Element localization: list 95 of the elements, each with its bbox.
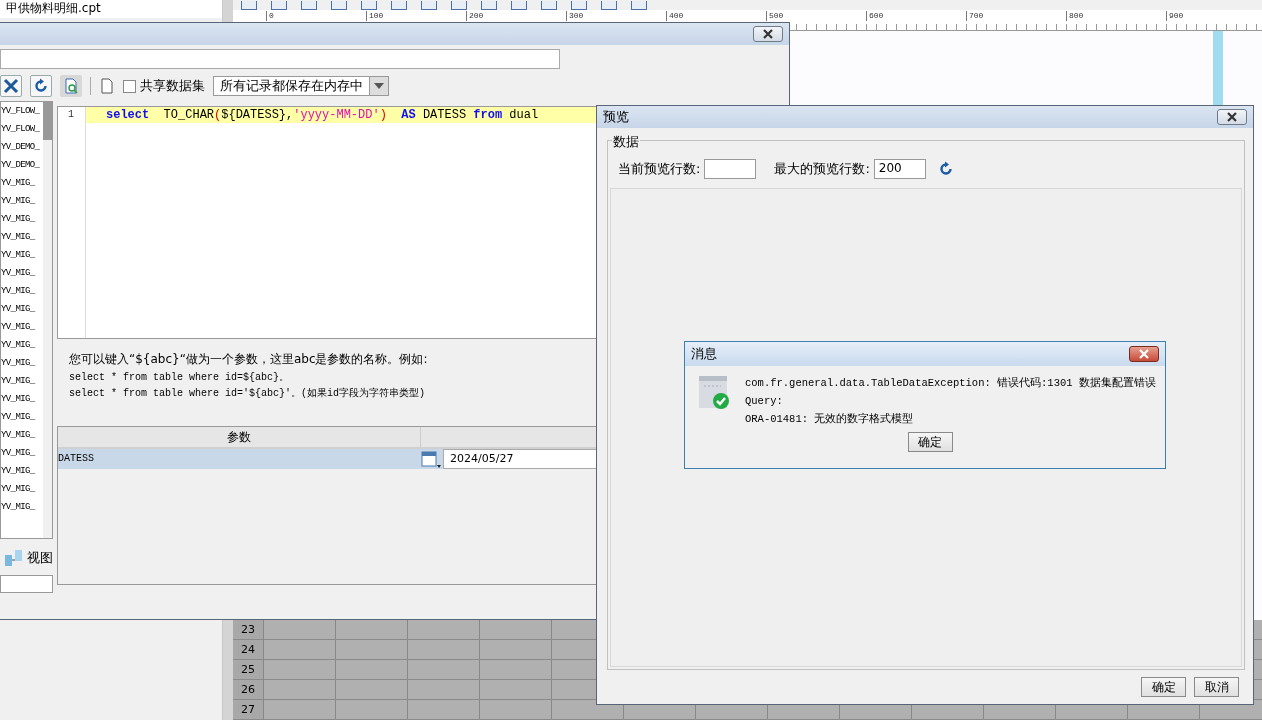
check-window-icon <box>699 376 729 410</box>
table-item[interactable]: YV_MIG_ <box>1 246 35 264</box>
ruler-label: 700 <box>966 11 984 21</box>
ruler-label: 300 <box>566 11 584 21</box>
search-field[interactable] <box>0 575 53 593</box>
ruler-label: 800 <box>1066 11 1084 21</box>
refresh-icon <box>33 78 49 94</box>
close-icon <box>1138 349 1150 359</box>
table-item[interactable]: YV_MIG_ <box>1 426 35 444</box>
shared-dataset-checkbox[interactable]: 共享数据集 <box>123 77 205 95</box>
table-item[interactable]: YV_FLOW_ <box>1 102 40 120</box>
table-item[interactable]: YV_MIG_ <box>1 390 35 408</box>
refresh-icon[interactable] <box>937 161 954 177</box>
ruler-label: 900 <box>1166 11 1184 21</box>
document-icon[interactable] <box>99 78 115 94</box>
table-item[interactable]: YV_MIG_ <box>1 174 35 192</box>
table-item[interactable]: YV_MIG_ <box>1 210 35 228</box>
ruler-label: 0 <box>266 11 274 21</box>
hint-text: 您可以键入“${abc}“做为一个参数，这里abc是参数的名称。例如: <box>69 351 428 368</box>
row-header[interactable]: 26 <box>233 680 264 699</box>
table-item[interactable]: YV_MIG_ <box>1 444 35 462</box>
table-item[interactable]: YV_MIG_ <box>1 264 35 282</box>
close-icon <box>1226 112 1238 122</box>
group-label: 数据 <box>612 133 640 151</box>
dialog-button[interactable]: 确定 <box>1141 677 1186 697</box>
toolbar-icon[interactable] <box>331 1 347 10</box>
table-item[interactable]: YV_MIG_ <box>1 372 35 390</box>
preview-button[interactable] <box>60 75 82 97</box>
table-item[interactable]: YV_MIG_ <box>1 408 35 426</box>
table-item[interactable]: YV_FLOW_ <box>1 120 40 138</box>
row-header[interactable]: 25 <box>233 660 264 679</box>
ruler-label: 400 <box>666 11 684 21</box>
ruler-label: 600 <box>866 11 884 21</box>
table-item[interactable]: YV_MIG_ <box>1 282 35 300</box>
table-item[interactable]: YV_MIG_ <box>1 318 35 336</box>
dialog-button[interactable]: 取消 <box>1194 677 1239 697</box>
ruler-label: 500 <box>766 11 784 21</box>
close-icon <box>762 29 774 39</box>
table-item[interactable]: YV_DEMO_ <box>1 138 40 156</box>
toolbar-icon[interactable] <box>631 1 647 10</box>
toolbar-icon[interactable] <box>451 1 467 10</box>
close-button[interactable] <box>1129 346 1159 362</box>
toolbar-icon[interactable] <box>511 1 527 10</box>
toolbar-icon[interactable] <box>241 1 257 10</box>
views-label[interactable]: 视图 <box>27 549 53 567</box>
file-tab[interactable]: 甲供物料明细.cpt <box>0 0 222 18</box>
message-text: Query: <box>745 394 784 408</box>
ruler-label: 100 <box>366 11 384 21</box>
table-item[interactable]: YV_MIG_ <box>1 498 35 516</box>
toolbar-icon[interactable] <box>361 1 377 10</box>
hint-text: select * from table where id=${abc}。 <box>69 371 290 384</box>
row-header[interactable]: 27 <box>233 700 264 719</box>
caret-icon <box>374 83 384 89</box>
table-item[interactable]: YV_MIG_ <box>1 192 35 210</box>
preview-icon <box>63 78 79 94</box>
toolbar-icon[interactable] <box>541 1 557 10</box>
table-item[interactable]: YV_MIG_ <box>1 480 35 498</box>
close-button[interactable] <box>753 26 783 42</box>
field-label: 当前预览行数: <box>618 160 701 178</box>
parameter-name: DATESS <box>58 452 95 466</box>
max-rows-field[interactable]: 200 <box>873 159 926 179</box>
toolbar-icon[interactable] <box>481 1 497 10</box>
storage-dropdown[interactable]: 所有记录都保存在内存中 <box>213 76 389 96</box>
table-item[interactable]: YV_DEMO_ <box>1 156 40 174</box>
ruler-label: 200 <box>466 11 484 21</box>
toolbar-icon[interactable] <box>421 1 437 10</box>
row-header[interactable]: 24 <box>233 640 264 659</box>
message-text: ORA-01481: 无效的数字格式模型 <box>745 412 915 426</box>
table-item[interactable]: YV_MIG_ <box>1 462 35 480</box>
toolbar-icon[interactable] <box>271 1 287 10</box>
close-button[interactable] <box>1217 109 1247 125</box>
window-title: 消息 <box>691 345 717 363</box>
table-item[interactable]: YV_MIG_ <box>1 300 35 318</box>
row-header[interactable]: 23 <box>233 620 264 639</box>
current-rows-field[interactable] <box>704 159 757 179</box>
scrollbar-thumb[interactable] <box>43 102 52 140</box>
line-number: 1 <box>68 109 74 120</box>
tools-button[interactable] <box>0 75 22 97</box>
ok-button[interactable]: 确定 <box>907 432 953 452</box>
table-item[interactable]: YV_MIG_ <box>1 336 35 354</box>
table-item[interactable]: YV_MIG_ <box>1 354 35 372</box>
table-item[interactable]: YV_MIG_ <box>1 228 35 246</box>
hint-text: select * from table where id='${abc}'。(如果id字段为字符串类型) <box>69 386 426 400</box>
calendar-icon[interactable] <box>420 449 442 469</box>
message-text: com.fr.general.data.TableDataException: 错误代码:1301 数据集配置错误 <box>745 376 1156 390</box>
toolbar-icon[interactable] <box>391 1 407 10</box>
column-header: 参数 <box>58 427 421 447</box>
name-field[interactable] <box>0 49 560 69</box>
toolbar-icon[interactable] <box>571 1 587 10</box>
toolbar-icon[interactable] <box>301 1 317 10</box>
refresh-button[interactable] <box>30 75 52 97</box>
toolbar-icon[interactable] <box>601 1 617 10</box>
window-title: 预览 <box>603 108 629 126</box>
tools-icon <box>3 78 19 94</box>
view-icon <box>4 549 24 567</box>
